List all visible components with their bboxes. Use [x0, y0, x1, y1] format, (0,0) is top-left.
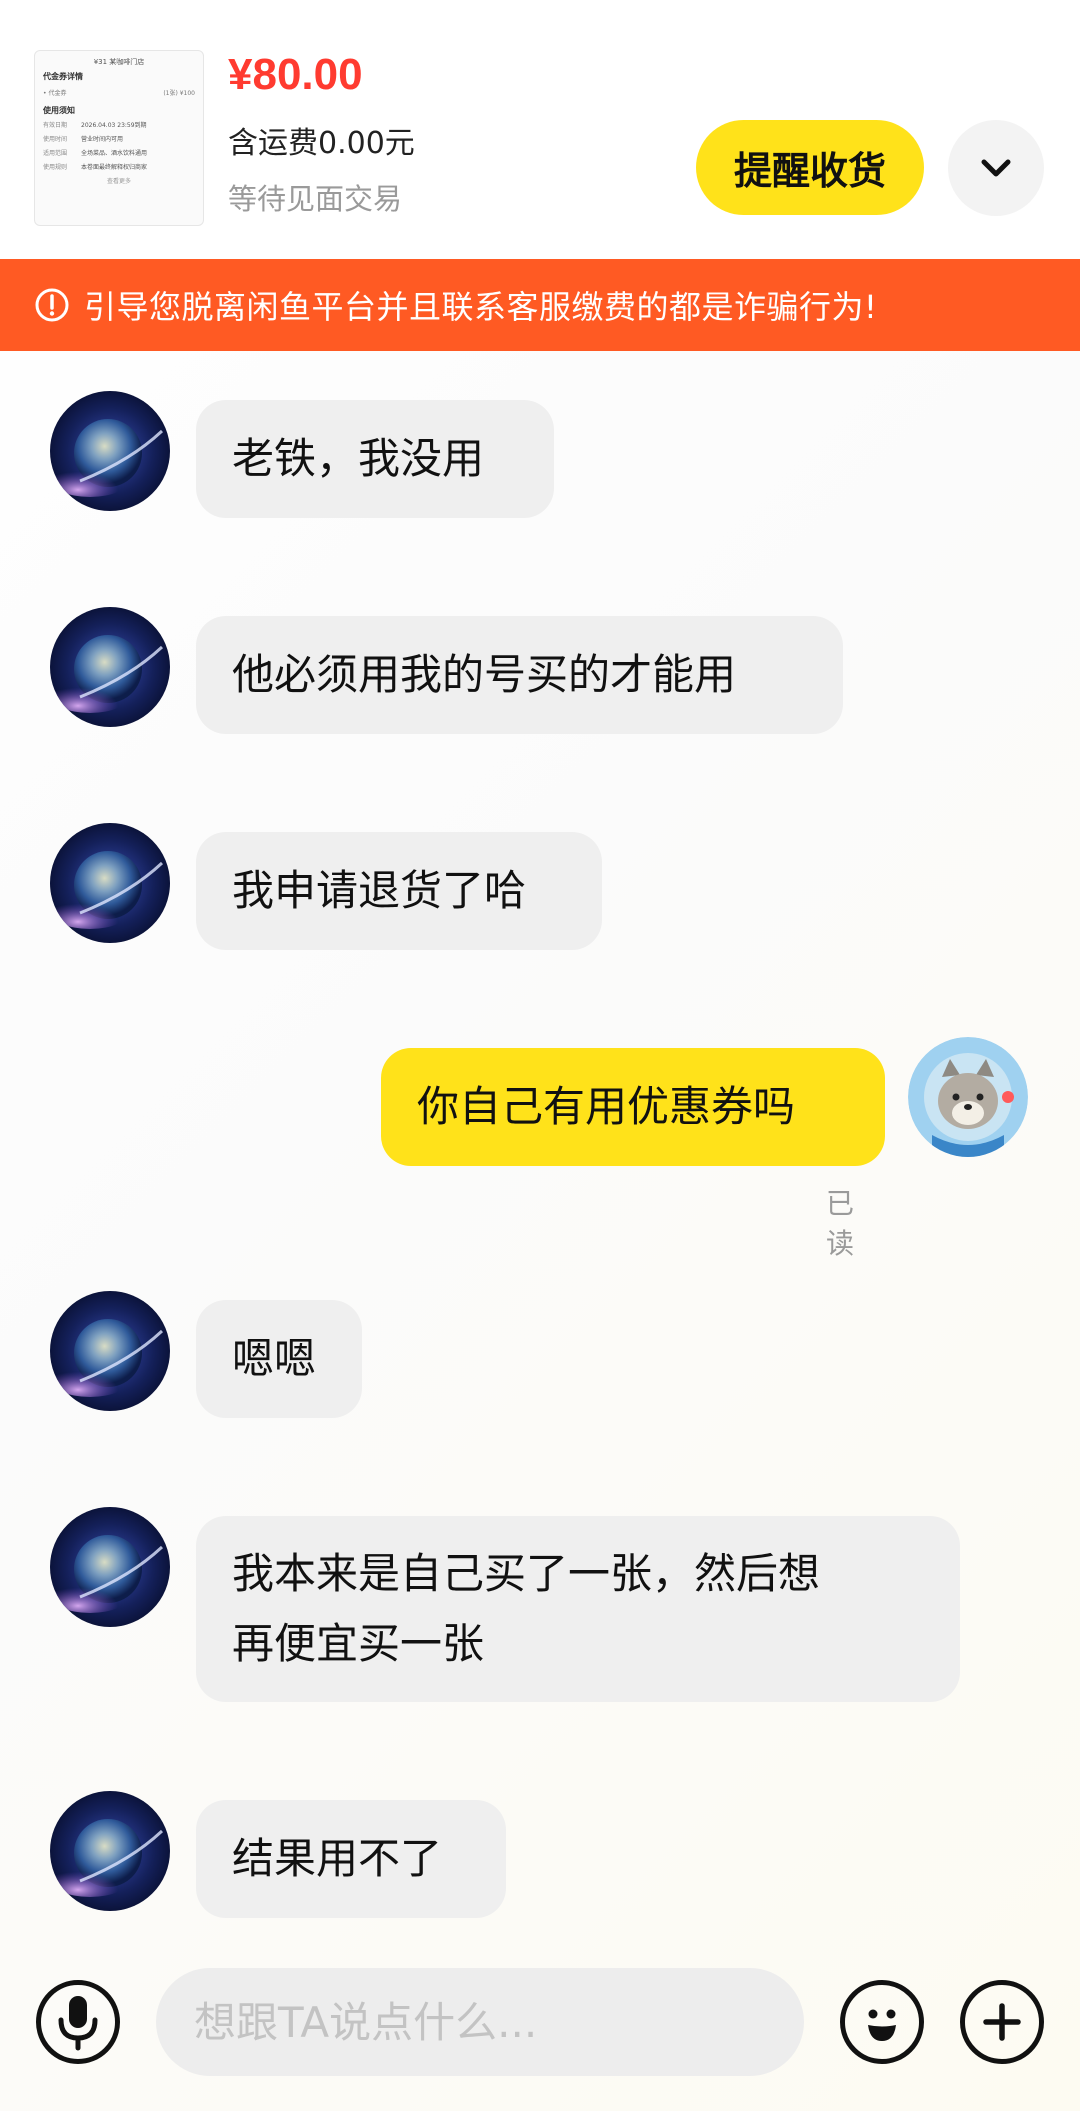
message-text: 结果用不了 — [232, 1834, 443, 1883]
thumb-more: 查看更多 — [106, 178, 131, 185]
voice-button[interactable] — [36, 1980, 120, 2064]
message-bubble[interactable]: 结果用不了 — [196, 1800, 506, 1918]
message-text: 你自己有用优惠券吗 — [417, 1082, 796, 1131]
thumb-title: 代金券详情 — [43, 72, 83, 81]
thumb-line-key: 适用范围 — [43, 150, 68, 157]
message-bubble[interactable]: 我申请退货了哈 — [196, 832, 602, 950]
message-text: 我申请退货了哈 — [232, 866, 527, 915]
message-bubble[interactable]: 他必须用我的号买的才能用 — [196, 616, 843, 734]
thumb-line: 有效日期 2026.04.03 23:59到期 — [43, 120, 195, 129]
thumb-row-left: • 代金券 — [43, 90, 67, 97]
thumb-top: ¥31 某咖啡门店 — [93, 58, 145, 66]
my-avatar[interactable] — [908, 1037, 1028, 1157]
message-bubble[interactable]: 嗯嗯 — [196, 1300, 362, 1418]
thumb-line-value: 营业时间内可用 — [81, 136, 124, 143]
contact-avatar[interactable] — [50, 1791, 170, 1911]
warning-text: 引导您脱离闲鱼平台并且联系客服缴费的都是诈骗行为! — [84, 288, 878, 326]
alert-circle-icon — [35, 288, 69, 322]
thumb-row: • 代金券 (1张) ¥100 — [43, 88, 195, 97]
order-status: 等待见面交易 — [228, 182, 403, 216]
shipping-fee: 含运费0.00元 — [228, 126, 415, 161]
message-text: 他必须用我的号买的才能用 — [232, 650, 737, 699]
message-text-line: 再便宜买一张 — [232, 1619, 485, 1668]
remind-receipt-button[interactable]: 提醒收货 — [696, 120, 924, 215]
chevron-down-icon — [981, 159, 1011, 177]
emoji-button[interactable] — [840, 1980, 924, 2064]
thumb-line-key: 使用规则 — [43, 164, 68, 171]
message-text: 嗯嗯 — [232, 1334, 317, 1383]
thumb-line: 使用时间 营业时间内可用 — [43, 134, 195, 143]
order-card[interactable]: ¥31 某咖啡门店 代金券详情 • 代金券 (1张) ¥100 使用须知 有效日… — [0, 0, 1080, 259]
message-input[interactable] — [156, 1968, 804, 2076]
expand-button[interactable] — [948, 120, 1044, 216]
order-price: ¥80.00 — [228, 50, 363, 99]
contact-avatar[interactable] — [50, 391, 170, 511]
read-receipt: 已读 — [826, 1187, 855, 1260]
emoji-icon — [868, 2009, 896, 2041]
contact-avatar[interactable] — [50, 1291, 170, 1411]
contact-avatar[interactable] — [50, 823, 170, 943]
product-thumbnail[interactable]: ¥31 某咖啡门店 代金券详情 • 代金券 (1张) ¥100 使用须知 有效日… — [34, 50, 204, 226]
thumb-line: 适用范围 全场菜品、酒水饮料通用 — [43, 148, 195, 157]
contact-avatar[interactable] — [50, 1507, 170, 1627]
plus-icon — [983, 2003, 1021, 2041]
message-bubble[interactable]: 老铁，我没用 — [196, 400, 554, 518]
thumb-line-key: 使用时间 — [43, 136, 68, 143]
input-bar — [0, 1950, 1080, 2111]
thumb-section: 使用须知 — [43, 106, 75, 115]
fraud-warning-banner: 引导您脱离闲鱼平台并且联系客服缴费的都是诈骗行为! — [0, 259, 1080, 351]
more-button[interactable] — [960, 1980, 1044, 2064]
thumb-line: 使用规则 本卷面最终解释权归商家 — [43, 162, 195, 171]
message-text: 老铁，我没用 — [232, 434, 485, 483]
thumb-line-value: 全场菜品、酒水饮料通用 — [81, 150, 148, 157]
message-bubble[interactable]: 你自己有用优惠券吗 — [381, 1048, 885, 1166]
thumb-line-key: 有效日期 — [43, 122, 68, 129]
message-bubble[interactable]: 我本来是自己买了一张，然后想 再便宜买一张 — [196, 1516, 960, 1702]
thumb-line-value: 本卷面最终解释权归商家 — [81, 164, 148, 171]
message-text-line: 我本来是自己买了一张，然后想 — [232, 1549, 821, 1598]
microphone-icon — [58, 1996, 98, 2051]
contact-avatar[interactable] — [50, 607, 170, 727]
thumb-line-value: 2026.04.03 23:59到期 — [81, 122, 147, 129]
thumb-row-right: (1张) ¥100 — [163, 90, 195, 97]
